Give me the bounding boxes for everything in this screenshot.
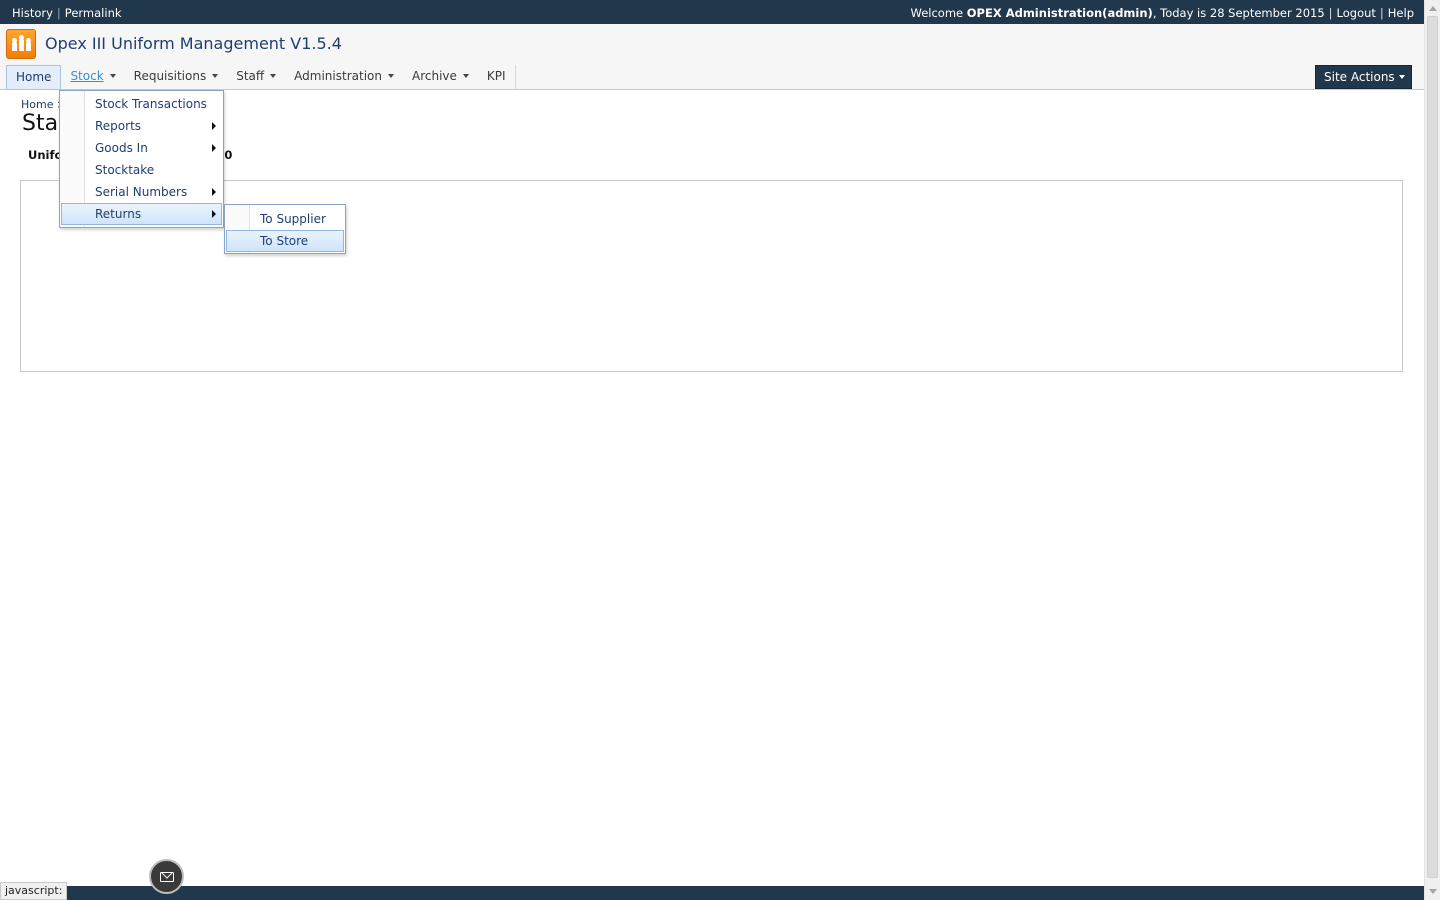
help-link[interactable]: Help: [1388, 6, 1414, 20]
site-header: Opex III Uniform Management V1.5.4 Home …: [0, 24, 1424, 90]
user-name: OPEX Administration(admin): [966, 6, 1153, 20]
menu-item-stock-transactions[interactable]: Stock Transactions: [61, 93, 222, 115]
envelope-icon[interactable]: [149, 859, 184, 894]
nav-home[interactable]: Home: [6, 65, 62, 90]
site-title[interactable]: Opex III Uniform Management V1.5.4: [45, 34, 342, 53]
menu-item-reports[interactable]: Reports: [61, 115, 222, 137]
submenu-arrow-icon: [212, 210, 216, 218]
nav-staff[interactable]: Staff: [227, 65, 285, 90]
scroll-thumb[interactable]: [1427, 16, 1438, 878]
menu-item-serial-numbers[interactable]: Serial Numbers: [61, 181, 222, 203]
stock-dropdown-menu: Stock Transactions Reports Goods In Stoc…: [59, 90, 224, 228]
nav-kpi[interactable]: KPI: [478, 65, 515, 90]
status-bar: javascript:: [0, 882, 68, 900]
scroll-down-icon[interactable]: [1429, 889, 1437, 894]
nav-administration[interactable]: Administration: [285, 65, 403, 90]
nav-requisitions[interactable]: Requisitions: [125, 65, 228, 90]
history-link[interactable]: History: [12, 6, 53, 20]
submenu-arrow-icon: [212, 144, 216, 152]
dropdown-arrow-icon: [109, 74, 116, 78]
dropdown-arrow-icon: [270, 74, 277, 78]
welcome-text: Welcome: [910, 6, 967, 20]
page-title: Sta: [22, 111, 59, 136]
permalink-link[interactable]: Permalink: [65, 6, 122, 20]
menu-item-stocktake[interactable]: Stocktake: [61, 159, 222, 181]
scroll-up-icon[interactable]: [1429, 6, 1437, 11]
dropdown-arrow-icon: [212, 74, 219, 78]
returns-submenu: To Supplier To Store: [224, 204, 346, 254]
top-links: History | Permalink: [12, 6, 122, 20]
top-bar: History | Permalink Welcome OPEX Administr…: [0, 0, 1424, 24]
bottom-bar: [0, 886, 1424, 900]
site-actions-button[interactable]: Site Actions: [1315, 65, 1412, 89]
dropdown-arrow-icon: [1398, 75, 1405, 79]
menu-item-to-store[interactable]: To Store: [226, 230, 344, 252]
dropdown-arrow-icon: [462, 74, 469, 78]
dropdown-arrow-icon: [387, 74, 394, 78]
people-logo-icon: [6, 29, 36, 59]
nav-archive[interactable]: Archive: [403, 65, 478, 90]
menu-item-to-supplier[interactable]: To Supplier: [226, 208, 344, 230]
logout-link[interactable]: Logout: [1337, 6, 1376, 20]
welcome-area: Welcome OPEX Administration(admin), Toda…: [910, 6, 1415, 20]
top-navigation: Home Stock Requisitions Staff Administra…: [6, 65, 516, 90]
menu-item-returns[interactable]: Returns: [61, 203, 222, 225]
submenu-arrow-icon: [212, 188, 216, 196]
vertical-scrollbar[interactable]: [1424, 0, 1440, 900]
menu-item-goods-in[interactable]: Goods In: [61, 137, 222, 159]
nav-stock[interactable]: Stock: [61, 65, 124, 90]
submenu-arrow-icon: [212, 122, 216, 130]
date-text: , Today is 28 September 2015: [1152, 6, 1325, 20]
